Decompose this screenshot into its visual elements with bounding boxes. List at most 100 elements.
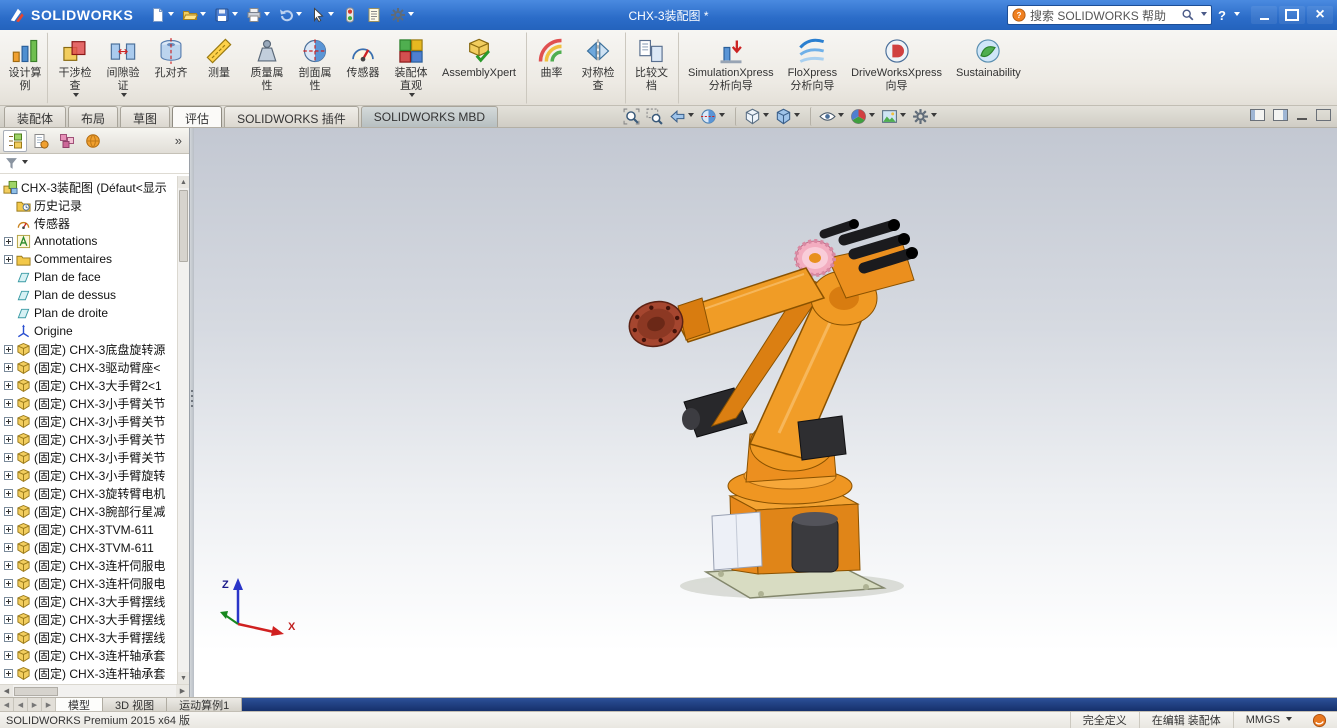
floxpress-wizard-button[interactable]: FloXpress 分析向导 — [781, 32, 845, 104]
displaymanager-tab[interactable] — [81, 130, 105, 152]
zoom-to-area-button[interactable] — [643, 107, 666, 126]
tab-scroll-last-button[interactable] — [42, 698, 56, 711]
3d-views-tab[interactable]: 3D 视图 — [103, 698, 167, 711]
component[interactable]: (固定) CHX-3小手臂关节 — [0, 430, 177, 448]
driveworksxpress-wizard-button[interactable]: DriveWorksXpress 向导 — [844, 32, 949, 104]
scroll-down-button[interactable] — [178, 672, 189, 684]
expand-toggle-icon[interactable] — [4, 453, 13, 462]
tab-layout[interactable]: 布局 — [68, 106, 118, 127]
doc-restore-button[interactable] — [1316, 109, 1331, 121]
top-plane[interactable]: Plan de dessus — [0, 286, 177, 304]
featuremanager-tree-tab[interactable] — [3, 130, 27, 152]
expand-toggle-icon[interactable] — [4, 579, 13, 588]
expand-toggle-icon[interactable] — [4, 615, 13, 624]
maximize-button[interactable] — [1279, 6, 1305, 24]
undo-button[interactable] — [275, 5, 305, 25]
component[interactable]: (固定) CHX-3底盘旋转源 — [0, 340, 177, 358]
print-button[interactable] — [243, 5, 273, 25]
save-button[interactable] — [211, 5, 241, 25]
component[interactable]: (固定) CHX-3小手臂旋转 — [0, 466, 177, 484]
rebuild-button[interactable] — [339, 5, 361, 25]
expand-toggle-icon[interactable] — [4, 489, 13, 498]
expand-toggle-icon[interactable] — [4, 561, 13, 570]
component[interactable]: (固定) CHX-3旋转臂电机 — [0, 484, 177, 502]
pane-left-icon[interactable] — [1250, 109, 1265, 121]
expand-toggle-icon[interactable] — [4, 525, 13, 534]
expand-toggle-icon[interactable] — [4, 363, 13, 372]
component[interactable]: (固定) CHX-3大手臂摆线 — [0, 592, 177, 610]
scrollbar-thumb[interactable] — [179, 190, 188, 262]
component[interactable]: (固定) CHX-3大手臂摆线 — [0, 628, 177, 646]
expand-toggle-icon[interactable] — [4, 543, 13, 552]
open-document-button[interactable] — [179, 5, 209, 25]
design-study-button[interactable]: 设计算例 — [2, 32, 48, 104]
search-icon[interactable] — [1181, 8, 1195, 22]
expand-toggle-icon[interactable] — [4, 633, 13, 642]
comments-folder[interactable]: Commentaires — [0, 250, 177, 268]
right-plane[interactable]: Plan de droite — [0, 304, 177, 322]
options-button[interactable] — [387, 5, 417, 25]
tab-assembly[interactable]: 装配体 — [4, 106, 66, 127]
expand-toggle-icon[interactable] — [4, 381, 13, 390]
propertymanager-tab[interactable] — [29, 130, 53, 152]
component[interactable]: (固定) CHX-3大手臂2<1 — [0, 376, 177, 394]
expand-toggle-icon[interactable] — [4, 345, 13, 354]
select-tool-button[interactable] — [307, 5, 337, 25]
file-properties-button[interactable] — [363, 5, 385, 25]
expand-toggle-icon[interactable] — [4, 399, 13, 408]
history-folder[interactable]: 历史记录 — [0, 196, 177, 214]
apply-scene-button[interactable] — [878, 107, 909, 126]
expand-toggle-icon[interactable] — [4, 255, 13, 264]
graphics-viewport[interactable]: Z X — [194, 128, 1337, 697]
expand-toggle-icon[interactable] — [4, 435, 13, 444]
tree-filter-bar[interactable] — [0, 154, 189, 174]
expand-toggle-icon[interactable] — [4, 597, 13, 606]
component[interactable]: (固定) CHX-3驱动臂座< — [0, 358, 177, 376]
scroll-up-button[interactable] — [178, 176, 189, 188]
help-button[interactable]: ? — [1217, 8, 1227, 23]
minimize-button[interactable] — [1251, 6, 1277, 24]
search-box[interactable]: 搜索 SOLIDWORKS 帮助 — [1007, 5, 1212, 25]
scrollbar-thumb[interactable] — [14, 687, 58, 696]
expand-toggle-icon[interactable] — [4, 669, 13, 678]
scroll-right-button[interactable] — [176, 685, 189, 697]
model-tab[interactable]: 模型 — [56, 698, 103, 711]
expand-toggle-icon[interactable] — [4, 651, 13, 660]
component[interactable]: (固定) CHX-3TVM-611 — [0, 520, 177, 538]
new-document-button[interactable] — [147, 5, 177, 25]
component[interactable]: (固定) CHX-3连杆伺服电 — [0, 556, 177, 574]
curvature-button[interactable]: 曲率 — [526, 32, 574, 104]
view-orientation-button[interactable] — [735, 107, 772, 126]
origin[interactable]: Origine — [0, 322, 177, 340]
zoom-to-fit-button[interactable] — [620, 107, 643, 126]
measure-button[interactable]: 测量 — [195, 32, 243, 104]
panel-more-chevron-icon[interactable] — [171, 133, 186, 148]
component[interactable]: (固定) CHX-3连杆伺服电 — [0, 574, 177, 592]
tab-scroll-next-button[interactable] — [28, 698, 42, 711]
sustainability-button[interactable]: Sustainability — [949, 32, 1028, 104]
symmetry-check-button[interactable]: 对称检 查 — [574, 32, 622, 104]
annotations-folder[interactable]: Annotations — [0, 232, 177, 250]
scroll-left-button[interactable] — [0, 685, 13, 697]
component[interactable]: (固定) CHX-3小手臂关节 — [0, 412, 177, 430]
component[interactable]: (固定) CHX-3大手臂摆线 — [0, 610, 177, 628]
component[interactable]: (固定) CHX-3小手臂关节 — [0, 394, 177, 412]
view-settings-button[interactable] — [909, 107, 940, 126]
section-properties-button[interactable]: 剖面属 性 — [291, 32, 339, 104]
search-input[interactable]: 搜索 SOLIDWORKS 帮助 — [1030, 7, 1177, 24]
compare-documents-button[interactable]: 比较文 档 — [625, 32, 675, 104]
doc-minimize-button[interactable] — [1296, 109, 1308, 121]
component[interactable]: (固定) CHX-3腕部行星减 — [0, 502, 177, 520]
configurationmanager-tab[interactable] — [55, 130, 79, 152]
expand-toggle-icon[interactable] — [4, 471, 13, 480]
robot-model[interactable] — [194, 128, 1337, 697]
hide-show-items-button[interactable] — [810, 107, 847, 126]
tree-horizontal-scrollbar[interactable] — [0, 684, 189, 697]
close-button[interactable] — [1307, 6, 1333, 24]
tab-sketch[interactable]: 草图 — [120, 106, 170, 127]
expand-toggle-icon[interactable] — [4, 507, 13, 516]
simulationxpress-wizard-button[interactable]: SimulationXpress 分析向导 — [678, 32, 781, 104]
hole-alignment-button[interactable]: 孔对齐 — [147, 32, 195, 104]
section-view-button[interactable] — [697, 107, 728, 126]
sensors-folder[interactable]: 传感器 — [0, 214, 177, 232]
